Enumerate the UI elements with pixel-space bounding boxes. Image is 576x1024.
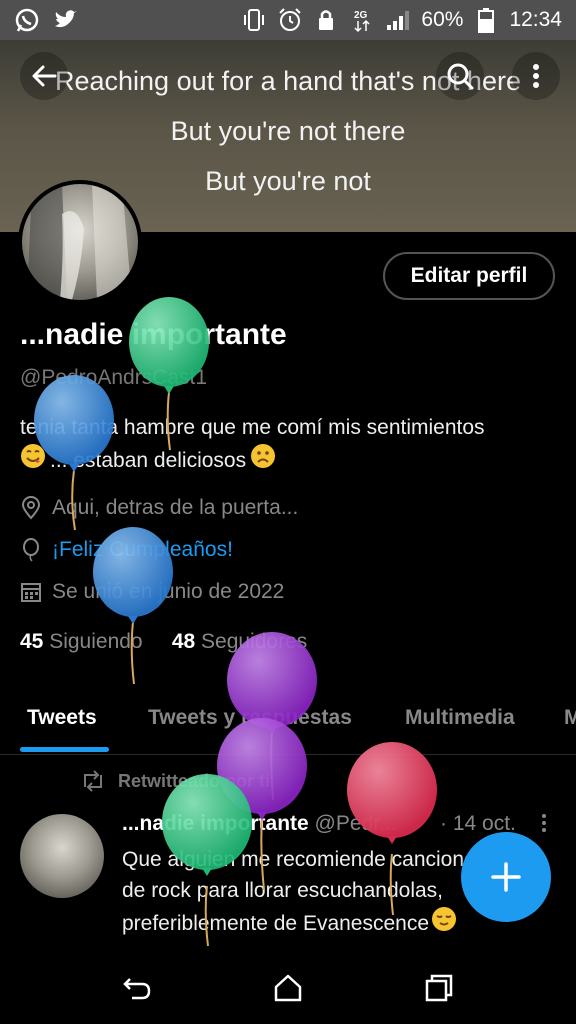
profile-bio: tenia tanta hambre que me comí mis senti… (20, 412, 560, 478)
status-left-icons (14, 7, 78, 33)
vibrate-icon (241, 7, 267, 33)
status-right: 2G 60% 12:34 (241, 7, 562, 33)
retweet-label: Retwitteado por ti (118, 770, 270, 791)
active-tab-indicator (20, 747, 109, 752)
banner-lyric-line-1: Reaching out for a hand that's not here (55, 66, 521, 96)
tab-tweets-and-replies[interactable]: Tweets y respuestas (148, 706, 352, 730)
signal-icon (385, 7, 411, 33)
retweet-icon (84, 770, 102, 792)
relieved-emoji-icon (431, 906, 457, 941)
followers-count: 48 (171, 630, 196, 653)
nav-recents-button[interactable] (419, 968, 459, 1008)
bio-line-2: ... estaban deliciosos (50, 449, 247, 472)
banner-lyric-line-2: But you're not there (170, 116, 406, 146)
tweet-author-name[interactable]: ...nadie importante (122, 812, 309, 835)
data-2g-icon: 2G (349, 7, 375, 33)
profile-name: ...nadie importante (20, 318, 287, 351)
profile-birthday: ¡Feliz Cumpleaños! (20, 538, 233, 562)
compose-tweet-button[interactable] (461, 832, 551, 922)
recents-nav-icon (425, 974, 453, 1002)
profile-avatar[interactable] (18, 180, 142, 304)
followers-label: Seguidores (201, 630, 308, 653)
location-text: Aqui, detras de la puerta... (52, 496, 299, 519)
tweet-avatar[interactable] (20, 814, 104, 898)
profile-handle: @PedroAndrsCast1 (20, 366, 208, 389)
back-button[interactable] (20, 52, 68, 100)
sad-emoji-icon (250, 443, 276, 478)
search-button[interactable] (436, 52, 484, 100)
tweet-more-button[interactable] (540, 812, 548, 840)
followers-link[interactable]: 48 Seguidores (172, 630, 307, 653)
more-vertical-small-icon (542, 814, 546, 832)
search-icon (447, 63, 474, 90)
bio-line-1: tenia tanta hambre que me comí mis senti… (20, 416, 485, 439)
follow-stats: 45 Siguiendo 48 Seguidores (20, 630, 307, 654)
back-arrow-icon (32, 65, 57, 87)
tab-media[interactable]: Multimedia (405, 706, 515, 730)
status-bar: 2G 60% 12:34 (0, 0, 576, 40)
location-pin-icon (21, 496, 41, 520)
joined-text: Se unió en junio de 2022 (52, 580, 285, 603)
tab-more-cut[interactable]: M (564, 706, 576, 730)
nav-back-button[interactable] (117, 968, 157, 1008)
following-link[interactable]: 45 Siguiendo (20, 630, 143, 653)
back-nav-icon (123, 978, 151, 1000)
android-nav-bar (0, 950, 576, 1024)
tweet-header: ...nadie importante @Pedr... (122, 812, 397, 836)
plus-icon (491, 862, 521, 892)
battery-icon (473, 7, 499, 33)
tweet-author-handle: @Pedr... (314, 812, 397, 835)
avatar-image (27, 184, 132, 300)
calendar-icon (21, 583, 41, 602)
nav-home-button[interactable] (268, 968, 308, 1008)
bio-line-2-wrap: ... estaban deliciosos (20, 443, 560, 478)
svg-text:2G: 2G (354, 10, 368, 21)
profile-joined: Se unió en junio de 2022 (20, 580, 284, 604)
edit-profile-button[interactable]: Editar perfil (383, 252, 555, 300)
following-label: Siguiendo (49, 630, 143, 653)
home-nav-icon (274, 974, 302, 1002)
alarm-icon (277, 7, 303, 33)
lock-icon (313, 7, 339, 33)
yum-emoji-icon (20, 443, 46, 478)
profile-location: Aqui, detras de la puerta... (20, 496, 298, 520)
more-vertical-icon (533, 64, 539, 88)
clock: 12:34 (509, 8, 562, 31)
battery-percent: 60% (421, 8, 464, 31)
whatsapp-icon (14, 7, 40, 33)
tab-tweets[interactable]: Tweets (27, 706, 97, 730)
following-count: 45 (20, 630, 44, 653)
more-options-button[interactable] (512, 52, 560, 100)
tweet-text-line-3: preferiblemente de Evanescence (122, 912, 430, 935)
retweet-context: Retwitteado por ti (80, 770, 270, 792)
birthday-link[interactable]: ¡Feliz Cumpleaños! (52, 538, 233, 562)
twitter-bird-icon (52, 7, 78, 33)
birthday-balloon-icon (23, 538, 39, 562)
